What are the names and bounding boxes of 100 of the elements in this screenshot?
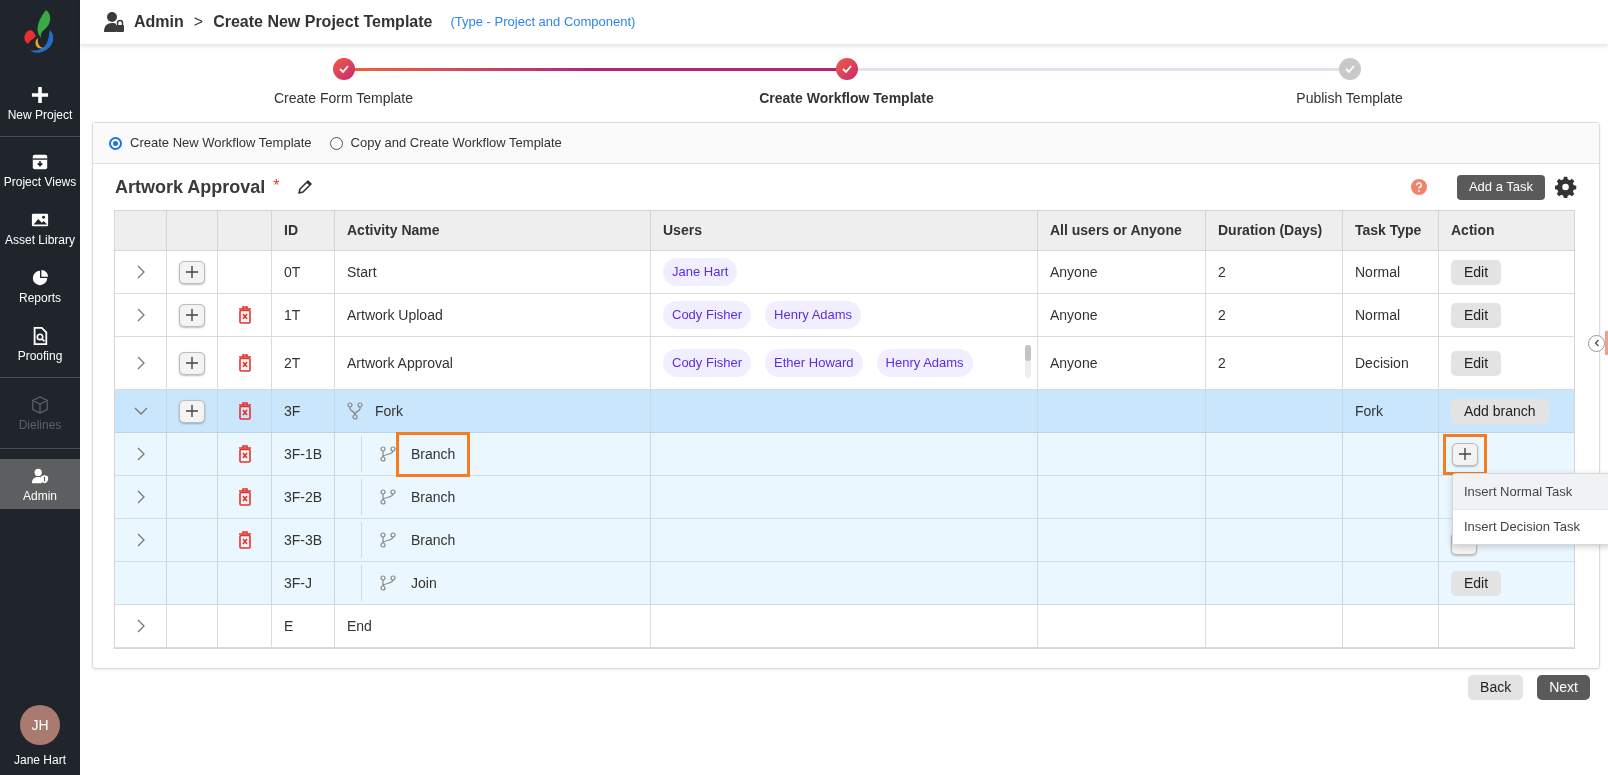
task-id: E [284, 616, 294, 636]
step-label[interactable]: Create Form Template [274, 88, 413, 109]
user-chip: Cody Fisher [663, 349, 752, 377]
plus-icon [185, 308, 199, 322]
edit-button[interactable]: Edit [1451, 350, 1502, 376]
step-label[interactable]: Create Workflow Template [759, 88, 934, 109]
task-id: 0T [284, 262, 301, 282]
task-type: Fork [1355, 401, 1383, 421]
delete-icon[interactable] [237, 445, 252, 463]
radio-label[interactable]: Copy and Create Workflow Template [350, 133, 562, 153]
user-name: Jane Hart [14, 752, 66, 769]
plus-icon [1458, 447, 1472, 461]
branch-icon [380, 489, 396, 505]
duration: 2 [1218, 262, 1226, 282]
delete-icon[interactable] [237, 306, 252, 324]
task-id: 3F-1B [284, 444, 323, 464]
edit-button[interactable]: Edit [1451, 259, 1502, 285]
box-icon [31, 395, 49, 414]
sidebar-item[interactable]: New Project [0, 74, 80, 132]
user-chip: Henry Adams [765, 301, 862, 329]
user-chip: Henry Adams [876, 349, 973, 377]
pie-chart-icon [31, 268, 49, 287]
column-header: Users [663, 221, 702, 240]
plus-icon [185, 404, 199, 418]
template-type-note: (Type - Project and Component) [450, 13, 636, 32]
duration: 2 [1218, 305, 1226, 325]
back-button[interactable]: Back [1468, 675, 1524, 700]
column-header: Task Type [1355, 221, 1422, 240]
add-branch-button[interactable]: Add branch [1451, 398, 1549, 424]
add-button[interactable] [179, 260, 205, 284]
task-id: 3F [284, 401, 301, 421]
fork-icon [347, 402, 363, 420]
activity-name: Artwork Approval [347, 353, 453, 373]
add-button[interactable] [179, 351, 205, 375]
sidebar-item[interactable]: Reports [0, 257, 80, 315]
activity-name: Artwork Upload [347, 305, 443, 325]
column-header: All users or Anyone [1050, 221, 1182, 240]
breadcrumb-item[interactable]: Create New Project Template [213, 10, 433, 34]
activity-name: Branch [411, 530, 456, 550]
workflow-title: Artwork Approval [115, 175, 266, 199]
delete-icon[interactable] [237, 531, 252, 549]
document-search-icon [31, 326, 49, 345]
user-chip: Ether Howard [765, 349, 863, 377]
assignment-mode: Anyone [1050, 305, 1098, 325]
delete-icon[interactable] [237, 402, 252, 420]
user-shield-icon [31, 466, 49, 485]
user-chip: Cody Fisher [663, 301, 752, 329]
plus-icon [185, 356, 199, 370]
sidebar-item[interactable]: Proofing [0, 315, 80, 373]
assignment-mode: Anyone [1050, 353, 1098, 373]
radio-button[interactable] [109, 136, 122, 150]
activity-name: Branch [396, 431, 471, 477]
branch-icon [380, 532, 396, 548]
activity-name: Join [411, 573, 437, 593]
help-icon [1410, 179, 1427, 195]
sidebar-item[interactable]: Project Views [0, 141, 80, 199]
delete-icon[interactable] [237, 354, 252, 372]
task-id: 3F-J [284, 573, 312, 593]
required-mark: * [273, 176, 280, 196]
sidebar-item[interactable]: Asset Library [0, 199, 80, 257]
breadcrumb-item[interactable]: Admin [134, 10, 184, 34]
column-header: Duration (Days) [1218, 221, 1323, 240]
breadcrumb-separator: > [193, 12, 204, 32]
add-button[interactable] [179, 399, 205, 423]
delete-icon[interactable] [237, 488, 252, 506]
step-label[interactable]: Publish Template [1296, 88, 1403, 109]
activity-name: End [347, 616, 372, 636]
scrollbar[interactable] [1025, 345, 1031, 378]
user-avatar[interactable]: JH [20, 705, 60, 745]
add-task-button[interactable]: Add a Task [1456, 174, 1545, 200]
column-header: Activity Name [347, 221, 440, 240]
task-id: 1T [284, 305, 301, 325]
radio-label[interactable]: Create New Workflow Template [130, 133, 312, 153]
task-type: Normal [1355, 262, 1401, 282]
next-button[interactable]: Next [1537, 675, 1590, 700]
task-id: 3F-3B [284, 530, 323, 550]
add-button[interactable] [1452, 442, 1478, 466]
panel-collapse-handle[interactable] [1588, 331, 1608, 355]
column-header: ID [284, 221, 298, 240]
archive-box-icon [31, 152, 49, 171]
menu-item[interactable]: Insert Normal Task [1453, 474, 1608, 509]
task-type: Decision [1355, 353, 1409, 373]
task-id: 2T [284, 353, 301, 373]
activity-name: Branch [411, 487, 456, 507]
user-lock-icon [104, 11, 124, 33]
menu-item[interactable]: Insert Decision Task [1453, 509, 1608, 544]
assignment-mode: Anyone [1050, 262, 1098, 282]
edit-pencil-icon [295, 178, 314, 196]
plus-icon [185, 265, 199, 279]
sidebar-item[interactable]: Admin [0, 459, 80, 509]
settings-icon [1555, 176, 1577, 198]
add-button[interactable] [179, 303, 205, 327]
task-id: 3F-2B [284, 487, 323, 507]
activity-name: Start [347, 262, 377, 282]
column-header: Action [1451, 221, 1495, 240]
branch-icon [380, 446, 396, 462]
edit-button[interactable]: Edit [1451, 302, 1502, 328]
plus-icon [31, 85, 49, 104]
edit-button[interactable]: Edit [1451, 570, 1502, 596]
duration: 2 [1218, 353, 1226, 373]
